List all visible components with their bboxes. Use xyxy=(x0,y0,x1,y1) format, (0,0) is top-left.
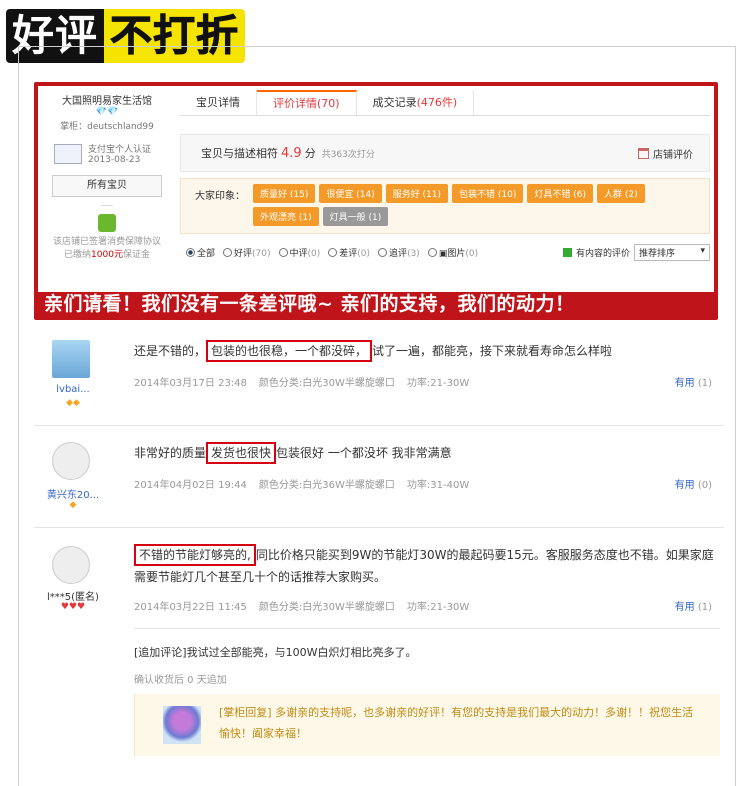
impression-tag[interactable]: 灯具一般 (1) xyxy=(322,207,389,226)
chevron-down-icon: ▾ xyxy=(700,246,705,256)
shop-owner: 掌柜：deutschland99 xyxy=(60,122,154,132)
impressions-panel: 大家印象： 质量好 (15) 很便宜 (14) 服务好 (11) 包装不错 (1… xyxy=(180,178,710,234)
impression-tag[interactable]: 灯具不错 (6) xyxy=(527,184,593,203)
review-meta: 2014年04月02日 19:44 颜色分类:白光36W半螺旋螺口 功率:31-40… xyxy=(134,480,470,491)
highlight-box: 发货也很快 xyxy=(206,442,277,464)
avatar[interactable] xyxy=(52,442,90,480)
guarantee-deposit: 已缴纳1000元保证金 xyxy=(64,250,150,260)
radio-icon xyxy=(328,248,338,257)
rating-summary-inner: 大国照明易家生活馆 💎💎 掌柜：deutschland99 支付宝个人认证 201… xyxy=(38,86,714,292)
radio-icon xyxy=(223,248,233,257)
highlight-box: 包装的也很稳，一个都没碎， xyxy=(206,340,373,362)
rating-score: 4.9 xyxy=(281,145,302,161)
promo-strip: 亲们请看！我们没有一条差评哦~ 亲们的支持，我们的动力！ xyxy=(44,293,575,315)
review-text: 还是不错的， 包装的也很稳，一个都没碎， 试了一遍，都能亮，接下来就看寿命怎么样啦 xyxy=(134,340,724,362)
append-meta: 确认收货后 0 天追加 xyxy=(134,675,227,686)
impression-tag[interactable]: 包装不错 (10) xyxy=(452,184,524,203)
guarantee-icon xyxy=(98,214,116,232)
id-card-icon xyxy=(54,143,82,164)
rating-summary-card: 大国照明易家生活馆 💎💎 掌柜：deutschland99 支付宝个人认证 201… xyxy=(34,82,718,320)
impression-tag[interactable]: 人群 (2) xyxy=(597,184,645,203)
impression-tag[interactable]: 服务好 (11) xyxy=(385,184,449,203)
calendar-icon xyxy=(638,147,649,159)
filter-append[interactable]: 追评(3) xyxy=(378,246,420,259)
cert-date: 2013-08-23 xyxy=(88,155,141,165)
review-meta: 2014年03月22日 11:45 颜色分类:白光30W半螺旋螺口 功率:21-30… xyxy=(134,602,470,613)
highlight-box: 不错的节能灯够亮的, xyxy=(134,544,256,566)
append-review: [追加评论]我试过全部能亮，与100W白炽灯相比亮多了。 xyxy=(134,646,417,659)
reviewer-name[interactable]: 黄兴东20... xyxy=(36,486,110,501)
useful-button[interactable]: 有用 (1) xyxy=(675,374,712,389)
review-meta: 2014年03月17日 23:48 颜色分类:白光30W半螺旋螺口 功率:21-30… xyxy=(134,378,470,389)
has-content-checkbox[interactable] xyxy=(562,248,572,257)
rank-icon: ♥♥♥ xyxy=(60,602,86,612)
tab-transactions[interactable]: 成交记录(476件) xyxy=(357,90,475,115)
rank-icon: ◆◆ xyxy=(66,398,80,408)
rating-unit: 分 xyxy=(304,147,316,160)
divider xyxy=(34,425,724,426)
seller-reply-text: [掌柜回复] 多谢亲的支持呢，也多谢亲的好评！有您的支持是我们最大的动力！多谢！… xyxy=(219,706,694,740)
avatar[interactable] xyxy=(52,546,90,584)
filter-pic[interactable]: ▣图片(0) xyxy=(427,246,478,259)
radio-icon xyxy=(378,248,388,257)
rating-total: 共363次打分 xyxy=(321,149,375,160)
filter-mid[interactable]: 中评(0) xyxy=(278,246,320,259)
description-rating: 宝贝与描述相符 4.9 分 共363次打分 店铺评价 xyxy=(180,134,710,172)
rank-icon: ◆ xyxy=(69,500,77,510)
review-filter-bar: 全部 好评(70) 中评(0) 差评(0) 追评(3) ▣图片(0) 有内容的评… xyxy=(186,244,710,261)
divider xyxy=(134,628,720,629)
radio-selected-icon xyxy=(186,248,195,257)
shop-info-panel: 大国照明易家生活馆 💎💎 掌柜：deutschland99 支付宝个人认证 201… xyxy=(42,92,172,262)
impressions-label: 大家印象： xyxy=(195,191,245,202)
impression-tags: 质量好 (15) 很便宜 (14) 服务好 (11) 包装不错 (10) 灯具不… xyxy=(253,184,703,226)
tab-item-details[interactable]: 宝贝详情 xyxy=(180,90,257,115)
avatar[interactable] xyxy=(52,340,90,378)
radio-icon xyxy=(427,248,437,257)
seller-avatar xyxy=(163,706,201,744)
divider xyxy=(34,527,724,528)
has-content-label: 有内容的评价 xyxy=(575,249,630,259)
impression-tag[interactable]: 很便宜 (14) xyxy=(319,184,382,203)
alipay-cert: 支付宝个人认证 2013-08-23 xyxy=(42,142,172,165)
all-items-button[interactable]: 所有宝贝 xyxy=(52,175,162,197)
shop-rating-link[interactable]: 店铺评价 xyxy=(638,146,693,161)
filter-bad[interactable]: 差评(0) xyxy=(328,246,370,259)
impression-tag[interactable]: 质量好 (15) xyxy=(253,184,316,203)
filter-all[interactable]: 全部 xyxy=(186,246,215,259)
review-text: 不错的节能灯够亮的, 同比价格只能买到9W的节能灯30W的最起码要15元。客服服务… xyxy=(134,544,724,588)
review-text: 非常好的质量 发货也很快 包装很好 一个都没坏 我非常满意 xyxy=(134,442,724,464)
radio-icon xyxy=(278,248,288,257)
tab-reviews[interactable]: 评价详情(70) xyxy=(257,90,357,115)
useful-button[interactable]: 有用 (1) xyxy=(675,598,712,613)
shop-name[interactable]: 大国照明易家生活馆 xyxy=(42,92,172,107)
impression-tag[interactable]: 外观漂亮 (1) xyxy=(253,207,319,226)
sort-select[interactable]: 推荐排序 ▾ xyxy=(634,244,710,261)
filter-good[interactable]: 好评(70) xyxy=(223,246,271,259)
useful-button[interactable]: 有用 (0) xyxy=(675,476,712,491)
reviewer-name[interactable]: lvbai... xyxy=(36,384,110,395)
guarantee-amount: 1000元 xyxy=(91,250,123,260)
guarantee-text: 该店铺已签署消费保障协议 xyxy=(52,237,161,247)
diamond-icon: 💎💎 xyxy=(95,107,119,117)
seller-reply: [掌柜回复] 多谢亲的支持呢，也多谢亲的好评！有您的支持是我们最大的动力！多谢！… xyxy=(134,694,720,756)
rating-label: 宝贝与描述相符 xyxy=(201,147,278,160)
cert-label: 支付宝个人认证 xyxy=(88,145,152,155)
reviewer-name[interactable]: l***5(匿名) xyxy=(36,588,110,603)
tab-bar: 宝贝详情 评价详情(70) 成交记录(476件) xyxy=(180,90,710,116)
